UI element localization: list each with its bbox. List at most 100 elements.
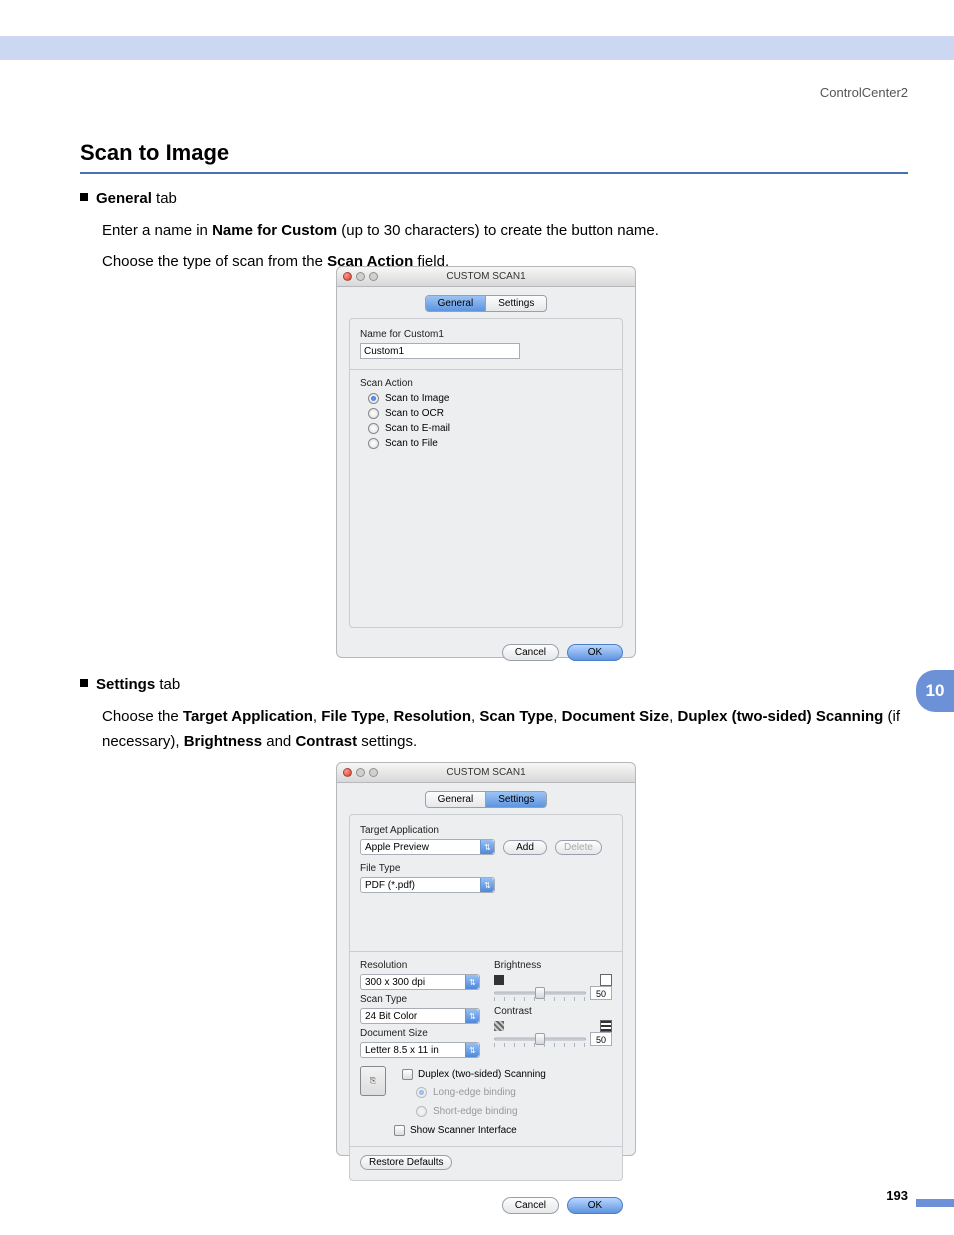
delete-button[interactable]: Delete (555, 840, 602, 855)
select-value: PDF (*.pdf) (361, 880, 480, 891)
settings-tab-rest: tab (155, 676, 180, 693)
t: Scan Type (479, 708, 553, 725)
bullet-icon (80, 679, 88, 687)
t: and (262, 733, 295, 750)
radio-scan-to-email[interactable]: Scan to E-mail (368, 423, 612, 434)
chevron-updown-icon: ⇅ (480, 840, 494, 854)
cancel-button[interactable]: Cancel (502, 1197, 559, 1214)
radio-label: Scan to E-mail (385, 423, 450, 434)
top-band (0, 36, 954, 60)
contrast-high-icon (600, 1020, 612, 1032)
ok-button[interactable]: OK (567, 644, 623, 661)
t: , (553, 708, 561, 725)
radio-label: Scan to File (385, 438, 438, 449)
t: , (385, 708, 393, 725)
select-value: Apple Preview (361, 842, 480, 853)
t: Resolution (394, 708, 472, 725)
tab-general[interactable]: General (426, 296, 487, 311)
t: Brightness (184, 733, 262, 750)
heading-text: Scan to Image (80, 140, 908, 170)
target-application-select[interactable]: Apple Preview ⇅ (360, 839, 495, 855)
radio-short-edge: Short-edge binding (416, 1106, 546, 1117)
scan-type-label: Scan Type (360, 994, 480, 1005)
settings-tab-bold: Settings (96, 676, 155, 693)
select-value: Letter 8.5 x 11 in (361, 1045, 465, 1056)
chevron-updown-icon: ⇅ (480, 878, 494, 892)
section-heading: Scan to Image (80, 140, 908, 174)
page-number: 193 (886, 1188, 908, 1203)
contrast-slider[interactable] (494, 1033, 586, 1045)
tab-settings[interactable]: Settings (486, 296, 546, 311)
t: Choose the (102, 708, 183, 725)
heading-rule (80, 172, 908, 174)
duplex-icon: ⎘ (360, 1066, 386, 1096)
radio-long-edge: Long-edge binding (416, 1087, 546, 1098)
file-type-select[interactable]: PDF (*.pdf) ⇅ (360, 877, 495, 893)
tab-settings[interactable]: Settings (486, 792, 546, 807)
dialog-title: CUSTOM SCAN1 (337, 767, 635, 778)
dialog-title: CUSTOM SCAN1 (337, 271, 635, 282)
chevron-updown-icon: ⇅ (465, 975, 479, 989)
t: Duplex (two-sided) Scanning (677, 708, 883, 725)
radio-scan-to-file[interactable]: Scan to File (368, 438, 612, 449)
brightness-low-icon (494, 975, 504, 985)
resolution-select[interactable]: 300 x 300 dpi ⇅ (360, 974, 480, 990)
page-number-bar (916, 1199, 954, 1207)
contrast-label: Contrast (494, 1006, 612, 1017)
ok-button[interactable]: OK (567, 1197, 623, 1214)
tab-general[interactable]: General (426, 792, 487, 807)
s1-l1-post: (up to 30 characters) to create the butt… (337, 222, 659, 239)
titlebar: CUSTOM SCAN1 (337, 763, 635, 783)
radio-icon (368, 423, 379, 434)
cancel-button[interactable]: Cancel (502, 644, 559, 661)
duplex-label: Duplex (two-sided) Scanning (418, 1069, 546, 1080)
brightness-value: 50 (590, 986, 612, 1000)
brightness-label: Brightness (494, 960, 612, 971)
custom-scan-general-dialog: CUSTOM SCAN1 General Settings Name for C… (336, 266, 636, 658)
radio-icon (368, 393, 379, 404)
document-size-select[interactable]: Letter 8.5 x 11 in ⇅ (360, 1042, 480, 1058)
radio-icon (416, 1087, 427, 1098)
brightness-slider[interactable] (494, 987, 586, 999)
general-tab-rest: tab (152, 190, 177, 207)
custom-scan-settings-dialog: CUSTOM SCAN1 General Settings Target App… (336, 762, 636, 1156)
tab-segmented-control: General Settings (425, 791, 548, 808)
chapter-tab: 10 (916, 670, 954, 712)
radio-label: Scan to Image (385, 393, 449, 404)
section1-block: General tab Enter a name in Name for Cus… (80, 186, 908, 275)
chevron-updown-icon: ⇅ (465, 1009, 479, 1023)
t: File Type (321, 708, 385, 725)
select-value: 300 x 300 dpi (361, 977, 465, 988)
show-scanner-interface-checkbox[interactable]: Show Scanner Interface (394, 1125, 612, 1136)
radio-label: Short-edge binding (433, 1106, 518, 1117)
select-value: 24 Bit Color (361, 1011, 465, 1022)
document-size-label: Document Size (360, 1028, 480, 1039)
brightness-high-icon (600, 974, 612, 986)
name-for-custom-input[interactable] (360, 343, 520, 359)
radio-scan-to-image[interactable]: Scan to Image (368, 393, 612, 404)
s1-l1-pre: Enter a name in (102, 222, 212, 239)
t: , (313, 708, 321, 725)
radio-icon (368, 438, 379, 449)
radio-label: Scan to OCR (385, 408, 444, 419)
radio-icon (416, 1106, 427, 1117)
contrast-low-icon (494, 1021, 504, 1031)
s1-l1-bold: Name for Custom (212, 222, 337, 239)
scan-action-label: Scan Action (360, 378, 612, 389)
restore-defaults-button[interactable]: Restore Defaults (360, 1155, 452, 1170)
radio-label: Long-edge binding (433, 1087, 516, 1098)
titlebar: CUSTOM SCAN1 (337, 267, 635, 287)
bullet-icon (80, 193, 88, 201)
duplex-checkbox[interactable]: Duplex (two-sided) Scanning (402, 1069, 546, 1080)
general-tab-bold: General (96, 190, 152, 207)
t: Target Application (183, 708, 313, 725)
scan-type-select[interactable]: 24 Bit Color ⇅ (360, 1008, 480, 1024)
checkbox-icon (402, 1069, 413, 1080)
target-application-label: Target Application (360, 825, 612, 836)
radio-scan-to-ocr[interactable]: Scan to OCR (368, 408, 612, 419)
show-scanner-label: Show Scanner Interface (410, 1125, 517, 1136)
contrast-value: 50 (590, 1032, 612, 1046)
add-button[interactable]: Add (503, 840, 547, 855)
resolution-label: Resolution (360, 960, 480, 971)
t: Document Size (562, 708, 670, 725)
